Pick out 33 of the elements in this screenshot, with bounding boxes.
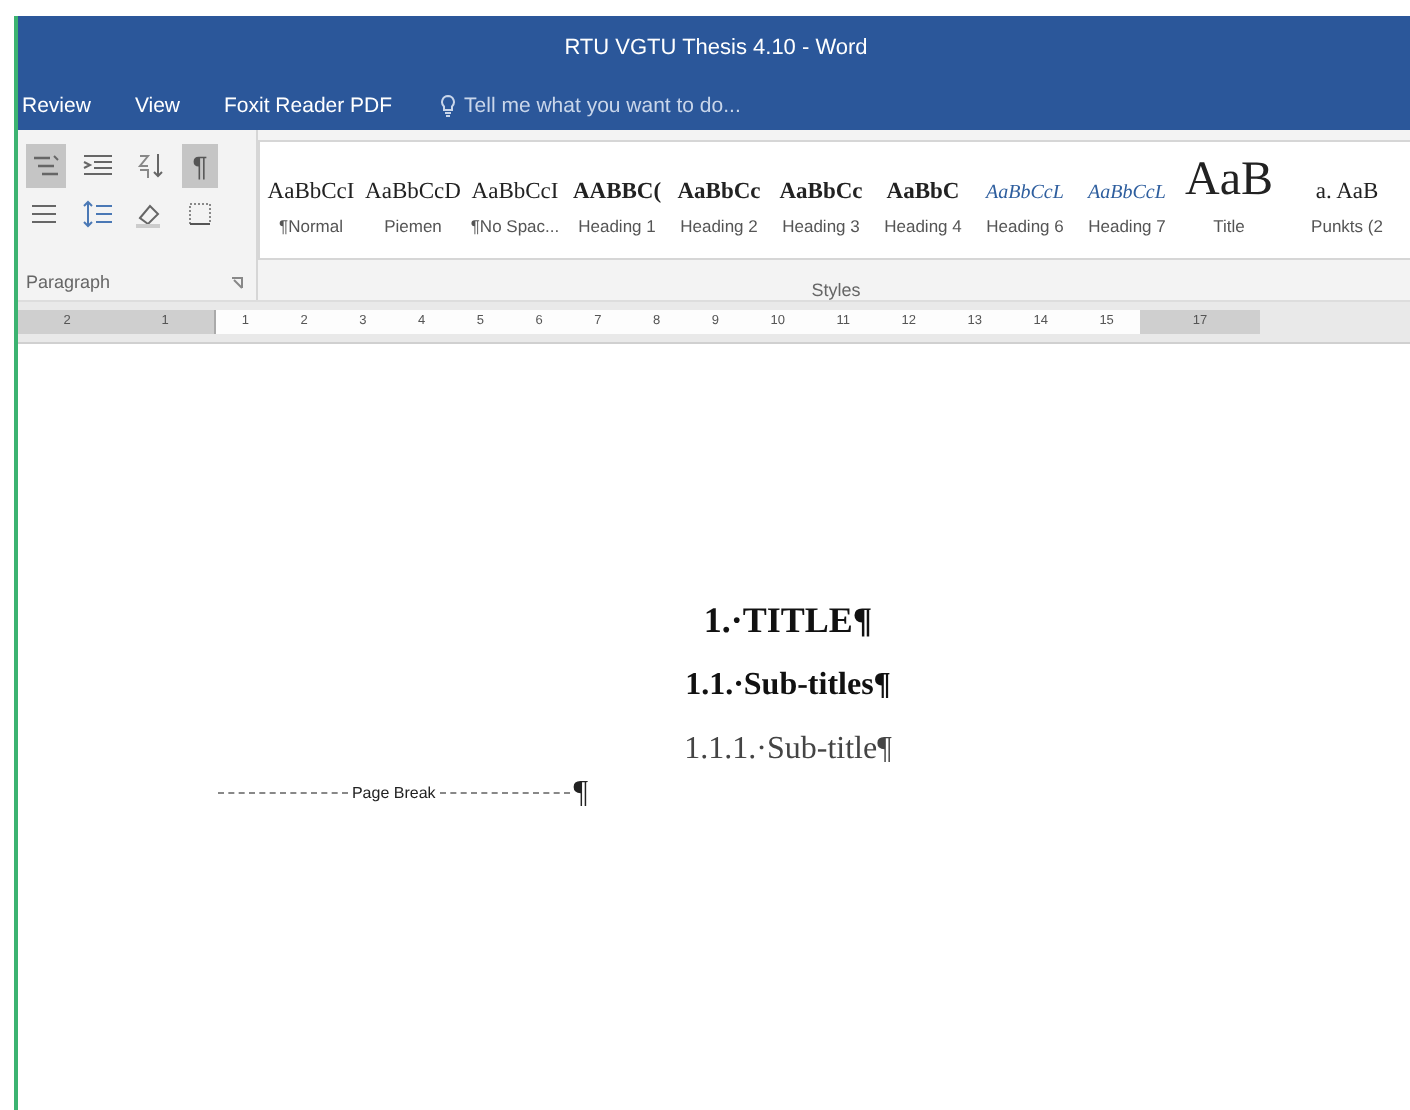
page-break-label: Page Break bbox=[349, 784, 438, 803]
style-item[interactable]: AABBC( Heading 1 bbox=[566, 142, 668, 258]
multilevel-list-button[interactable] bbox=[26, 144, 66, 188]
group-label: Paragraph bbox=[26, 272, 111, 292]
style-item[interactable]: AaB Title bbox=[1178, 142, 1280, 258]
heading: 1.1.·Sub-titles¶ bbox=[685, 666, 891, 707]
style-item[interactable]: AaBbCcD Piemen bbox=[362, 142, 464, 258]
style-item[interactable]: AaBbCcI ¶No Spac... bbox=[464, 142, 566, 258]
ribbon-tab[interactable]: Foxit Reader PDF bbox=[220, 87, 397, 123]
indent-icon bbox=[82, 152, 114, 180]
show-marks-button[interactable]: ¶ bbox=[182, 144, 218, 188]
line-spacing-icon bbox=[82, 200, 114, 228]
ribbon-tab[interactable]: View bbox=[130, 87, 185, 123]
style-item[interactable]: AaBbCc Heading 2 bbox=[668, 142, 770, 258]
heading: 1.·TITLE¶ bbox=[703, 598, 873, 644]
multilevel-list-icon bbox=[30, 152, 62, 180]
style-item[interactable]: AaBbCc Heading 3 bbox=[770, 142, 872, 258]
dialog-launcher-icon[interactable] bbox=[230, 275, 244, 289]
window-title: RTU VGTU Thesis 4.10 - Word bbox=[564, 36, 868, 60]
ribbon-tab[interactable]: Review bbox=[18, 87, 95, 123]
paint-bucket-icon bbox=[134, 200, 166, 228]
justify-icon bbox=[30, 200, 62, 228]
lightbulb-icon bbox=[440, 93, 457, 117]
tell-me-field[interactable]: Tell me what you want to do... bbox=[464, 93, 741, 117]
style-item[interactable]: AaBbCcL Heading 7 bbox=[1076, 142, 1178, 258]
style-item[interactable]: AaBbCcI ¶Normal bbox=[260, 142, 362, 258]
style-item[interactable]: AaBbCcL Heading 6 bbox=[974, 142, 1076, 258]
paragraph-mark: ¶ bbox=[573, 775, 588, 812]
heading: 1.1.1.·Sub-title¶ bbox=[684, 729, 892, 770]
style-item[interactable]: a. AaB Punkts (2 bbox=[1280, 142, 1410, 258]
group-label: Styles bbox=[811, 280, 861, 300]
sort-icon bbox=[134, 152, 166, 180]
style-item[interactable]: AaBbC Heading 4 bbox=[872, 142, 974, 258]
